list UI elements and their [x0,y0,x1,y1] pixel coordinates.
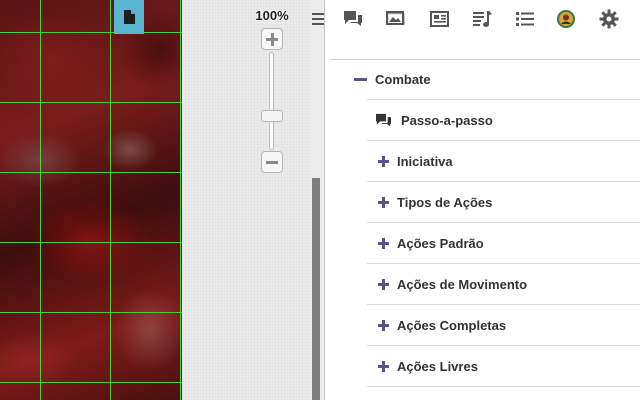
map-canvas[interactable] [0,0,182,400]
music-list-icon [473,11,492,27]
zoom-slider-track[interactable] [269,52,274,150]
art-library-tab[interactable] [383,8,409,30]
sidebar-tabs [325,0,640,38]
list-item-acoes-de-movimento[interactable]: Ações de Movimento [378,264,527,304]
list-item-acoes-padrao[interactable]: Ações Padrão [378,223,484,263]
jukebox-tab[interactable] [469,8,495,30]
list-item-label: Ações de Movimento [397,276,528,292]
chat-bubbles-icon [344,11,362,26]
section-combate[interactable]: Combate [354,59,431,99]
zoom-in-button[interactable] [261,28,283,50]
list-item-label: Ações Livres [397,358,478,374]
grid-line [0,312,182,313]
chat-bubbles-icon [376,113,391,126]
my-settings-tab[interactable] [553,8,579,30]
plus-icon [378,278,389,290]
zoom-area [182,0,310,400]
grid-line [0,382,182,383]
journal-tab[interactable] [426,8,452,30]
list-item-iniciativa[interactable]: Iniciativa [378,141,453,181]
newspaper-icon [430,11,449,27]
gear-icon [599,9,619,29]
list-item-label: Ações Padrão [397,235,484,251]
grid-line [0,32,182,33]
grid-line [110,0,111,400]
list-item-label: Tipos de Ações [397,194,493,210]
list-item-label: Iniciativa [397,153,453,169]
zoom-level-text: 100% [255,8,289,23]
list-item-acoes-completas[interactable]: Ações Completas [378,305,506,345]
zoom-slider-handle[interactable] [261,110,283,122]
images-icon [386,11,405,25]
grid-line [0,242,182,243]
right-sidebar: Combate Passo-a-passo Iniciativa Tipos d… [324,0,640,400]
plus-icon [378,155,389,167]
avatar-icon [557,10,575,28]
list-item-label: Ações Completas [397,317,507,333]
game-settings-tab[interactable] [596,8,622,30]
grid-line [0,102,182,103]
list-item-acoes-livres[interactable]: Ações Livres [378,346,478,386]
list-item-label: Passo-a-passo [401,112,493,128]
page-tool-button[interactable] [114,0,144,34]
section-label: Combate [375,71,431,87]
scrollbar-thumb[interactable] [312,178,320,400]
grid-line [180,0,181,400]
chat-tab[interactable] [340,8,366,30]
list-item-passo-a-passo[interactable]: Passo-a-passo [375,100,493,140]
grid-line [0,172,182,173]
plus-icon [378,360,389,372]
zoom-out-button[interactable] [261,151,283,173]
plus-icon [378,237,389,249]
plus-icon [378,196,389,208]
hamburger-icon[interactable] [312,12,324,26]
page-icon [123,10,135,24]
plus-icon [378,319,389,331]
list-item-tipos-de-acoes[interactable]: Tipos de Ações [378,182,492,222]
bulleted-list-icon [516,12,534,26]
grid-line [40,0,41,400]
divider [367,386,640,387]
minus-icon [354,77,367,81]
compendium-tab[interactable] [512,8,538,30]
